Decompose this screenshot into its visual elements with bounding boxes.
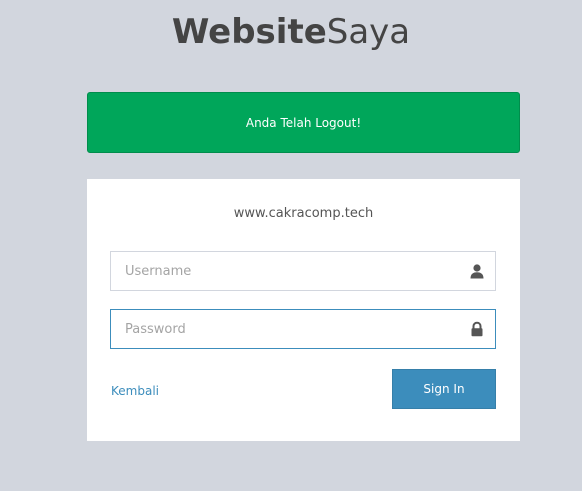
logout-alert: Anda Telah Logout!	[87, 92, 520, 153]
password-input[interactable]	[111, 310, 441, 348]
site-logo[interactable]: WebsiteSaya	[0, 10, 582, 54]
login-box-message: www.cakracomp.tech	[233, 206, 374, 221]
lock-icon	[471, 321, 483, 337]
user-icon	[470, 264, 484, 279]
password-field	[110, 309, 496, 349]
sign-in-button[interactable]: Sign In	[392, 369, 496, 409]
alert-message: Anda Telah Logout!	[245, 115, 362, 130]
username-field	[110, 251, 496, 291]
back-link[interactable]: Kembali	[111, 384, 159, 398]
login-page: WebsiteSaya Anda Telah Logout! www.cakra…	[0, 0, 582, 491]
logo-light-text: Saya	[326, 12, 411, 52]
login-box: www.cakracomp.tech Kembali Sign In	[87, 179, 520, 441]
logo-bold-text: Website	[171, 12, 327, 52]
username-input[interactable]	[111, 252, 441, 290]
